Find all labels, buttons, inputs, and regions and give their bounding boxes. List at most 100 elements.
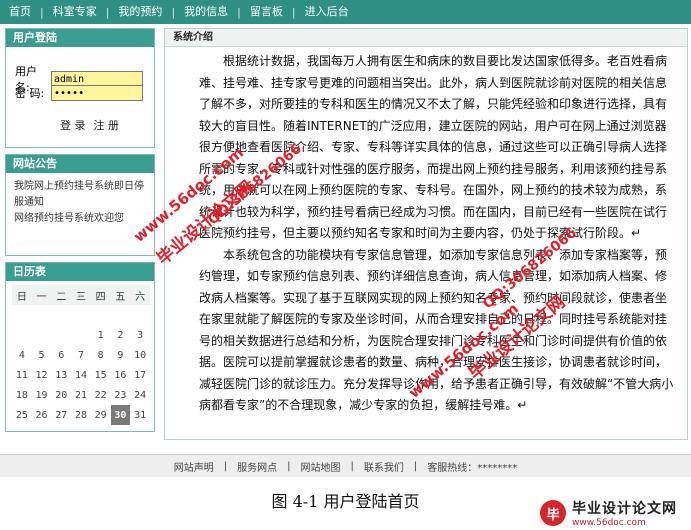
login-panel-title: 用户登陆	[6, 29, 154, 47]
calendar-day[interactable]: 29	[91, 405, 111, 425]
calendar-day[interactable]: 8	[91, 345, 111, 365]
calendar-day	[130, 305, 150, 325]
calendar-week-row: 11 12 13 14 15 16 17	[12, 365, 150, 385]
calendar-weekday: 日	[12, 285, 32, 305]
calendar-day[interactable]: 30	[110, 405, 131, 425]
calendar-day[interactable]: 22	[91, 385, 111, 405]
calendar-day[interactable]: 21	[71, 385, 91, 405]
calendar-day	[32, 325, 52, 345]
nav-my-appointments[interactable]: 我的预约	[109, 0, 171, 24]
main-content-panel: 系统介绍 根据统计数据，我国每万人拥有医生和病床的数目要比发达国家低得多。老百姓…	[164, 28, 688, 440]
calendar-day	[71, 305, 91, 325]
footer-link-contact[interactable]: 联系我们	[359, 459, 409, 474]
calendar: 日一二三四五六 1 2 3 4 5 6 7 8 9 10 11 12 13 14 15 16 17 18 19 20 2…	[6, 281, 154, 431]
calendar-day[interactable]: 26	[32, 405, 52, 425]
login-buttons: 登 录 注 册	[60, 117, 119, 133]
calendar-day[interactable]: 18	[12, 385, 32, 405]
calendar-day[interactable]: 5	[32, 345, 52, 365]
calendar-panel-title: 日历表	[6, 263, 154, 281]
calendar-week-row: 123	[12, 325, 150, 345]
calendar-day[interactable]: 1	[91, 325, 111, 345]
calendar-day[interactable]: 19	[32, 385, 52, 405]
calendar-table: 日一二三四五六 1 2 3 4 5 6 7 8 9 10 11 12 13 14 15 16 17 18 19 20 2…	[12, 285, 150, 425]
notice-panel: 网站公告 我院网上预约挂号系统即日停服通知 网络预约挂号系统欢迎您	[5, 154, 155, 256]
calendar-weekday: 二	[51, 285, 72, 305]
login-button[interactable]: 登 录	[60, 117, 86, 133]
notice-item[interactable]: 我院网上预约挂号系统即日停服通知	[14, 179, 146, 211]
top-navigation: 首页 | 科室专家 | 我的预约 | 我的信息 | 留言板 | 进入后台	[0, 0, 691, 24]
footer-hotline: 客服热线：********	[427, 462, 518, 474]
calendar-weekday: 一	[31, 285, 52, 305]
footer-separator: |	[287, 460, 291, 472]
calendar-day[interactable]: 17	[130, 365, 150, 385]
calendar-day[interactable]: 31	[130, 405, 150, 425]
nav-message-board[interactable]: 留言板	[241, 0, 292, 24]
calendar-weekday: 四	[90, 285, 111, 305]
calendar-day	[32, 305, 52, 325]
calendar-day[interactable]: 3	[130, 325, 150, 345]
nav-my-info[interactable]: 我的信息	[175, 0, 237, 24]
calendar-day[interactable]: 23	[111, 385, 131, 405]
password-label: 密 码:	[15, 87, 45, 100]
calendar-day[interactable]: 25	[12, 405, 32, 425]
footer-separator: |	[223, 460, 228, 472]
calendar-day[interactable]: 27	[51, 405, 71, 425]
calendar-day[interactable]: 24	[130, 385, 150, 405]
calendar-day	[71, 325, 91, 345]
calendar-weekday: 三	[71, 285, 91, 305]
calendar-days: 1 2 3 4 5 6 7 8 9 10 11 12 13 14 15 16 17 18 19 20 21 22 23 24 2…	[12, 305, 150, 425]
calendar-day	[12, 305, 32, 325]
calendar-week-row: 4 5 6 7 8 9 10	[12, 345, 150, 365]
calendar-day[interactable]: 10	[130, 345, 150, 365]
calendar-day[interactable]: 13	[51, 365, 71, 385]
calendar-week-row: 25 26 27 28 29 30 31	[12, 405, 150, 425]
footer-link-service-points[interactable]: 服务网点	[232, 459, 282, 474]
calendar-day[interactable]: 28	[71, 405, 91, 425]
calendar-day[interactable]: 12	[32, 365, 52, 385]
notice-list: 我院网上预约挂号系统即日停服通知 网络预约挂号系统欢迎您	[6, 173, 154, 255]
password-input[interactable]	[51, 85, 143, 101]
sidebar: 用户登陆 用户名: 密 码: 登 录 注 册 网站公告 我院网上预约挂号系统即日…	[5, 28, 155, 438]
main-panel-title: 系统介绍	[165, 29, 687, 47]
calendar-day[interactable]: 4	[12, 345, 32, 365]
nav-departments-experts[interactable]: 科室专家	[44, 0, 106, 24]
footer: 网站声明 | 服务网点 | 网站地图 | 联系我们 | 客服热线：*******…	[0, 454, 691, 477]
calendar-day[interactable]: 7	[71, 345, 91, 365]
notice-item[interactable]: 网络预约挂号系统欢迎您	[14, 211, 146, 227]
calendar-day[interactable]: 14	[71, 365, 91, 385]
calendar-day[interactable]: 16	[111, 365, 131, 385]
calendar-weekday-row: 日一二三四五六	[12, 285, 150, 305]
brand-logo: 毕 毕业设计论文网 www.56doc.com	[540, 498, 677, 528]
footer-link-sitemap[interactable]: 网站地图	[296, 459, 346, 474]
register-button[interactable]: 注 册	[94, 117, 120, 133]
calendar-day[interactable]: 9	[111, 345, 131, 365]
calendar-weekday: 六	[130, 285, 150, 305]
calendar-day	[12, 325, 32, 345]
calendar-day[interactable]: 6	[51, 345, 71, 365]
footer-separator: |	[413, 460, 418, 472]
system-intro-text: 根据统计数据，我国每万人拥有医生和病床的数目要比发达国家低得多。老百姓看病难、挂…	[165, 47, 687, 417]
calendar-day[interactable]: 2	[111, 325, 131, 345]
nav-admin[interactable]: 进入后台	[296, 0, 358, 24]
login-form: 用户名: 密 码: 登 录 注 册	[6, 47, 154, 147]
calendar-day	[51, 305, 71, 325]
calendar-week-row	[12, 305, 150, 325]
calendar-day[interactable]: 20	[51, 385, 71, 405]
intro-paragraph: 根据统计数据，我国每万人拥有医生和病床的数目要比发达国家低得多。老百姓看病难、挂…	[199, 54, 668, 240]
calendar-day	[91, 305, 111, 325]
password-row: 密 码:	[15, 85, 143, 101]
calendar-day	[51, 325, 71, 345]
intro-paragraph: 本系统包含的功能模块有专家信息管理，如添加专家信息列表、添加专家档案等，预约管理…	[199, 247, 674, 413]
login-panel: 用户登陆 用户名: 密 码: 登 录 注 册	[5, 28, 155, 148]
footer-separator: |	[350, 460, 354, 472]
logo-badge-icon: 毕	[540, 500, 566, 526]
notice-panel-title: 网站公告	[6, 155, 154, 173]
calendar-day	[111, 305, 131, 325]
nav-home[interactable]: 首页	[0, 0, 40, 24]
calendar-day[interactable]: 15	[91, 365, 111, 385]
calendar-day[interactable]: 11	[12, 365, 32, 385]
logo-url: www.56doc.com	[572, 518, 646, 528]
calendar-week-row: 18 19 20 21 22 23 24	[12, 385, 150, 405]
footer-link-statement[interactable]: 网站声明	[169, 459, 219, 474]
logo-name: 毕业设计论文网	[572, 501, 677, 517]
